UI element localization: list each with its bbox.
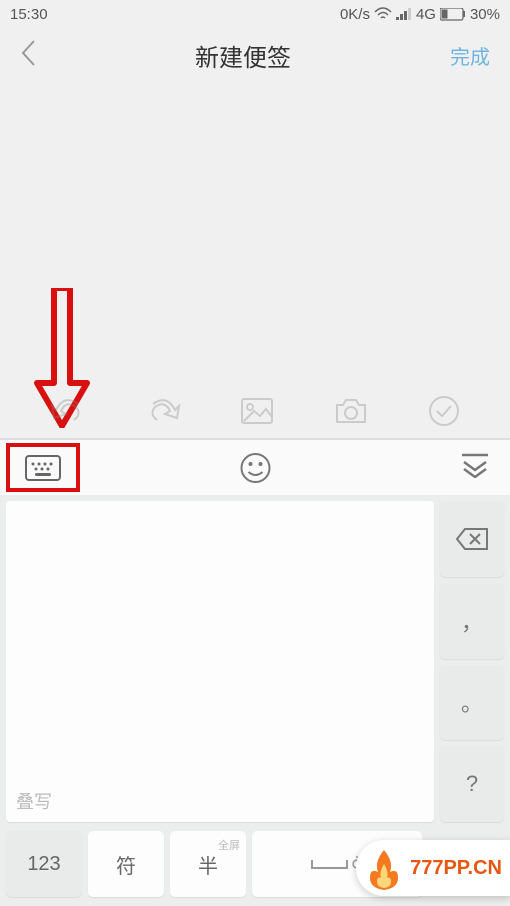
handwriting-area: 叠写 ， 。 ? — [0, 495, 510, 828]
numeric-key[interactable]: 123 — [6, 831, 82, 897]
highlight-box — [6, 443, 80, 492]
emoji-icon — [239, 452, 271, 484]
watermark: 777PP.CN — [356, 840, 510, 896]
redo-icon[interactable] — [145, 396, 181, 426]
emoji-button[interactable] — [213, 440, 298, 496]
camera-icon[interactable] — [333, 397, 369, 425]
wifi-icon — [374, 7, 392, 21]
status-right: 0K/s 4G 30% — [340, 6, 500, 23]
half-key-sublabel: 全屏 — [218, 837, 240, 853]
keyboard-toolbar — [0, 439, 510, 495]
note-content[interactable] — [0, 83, 510, 383]
half-key[interactable]: 半 全屏 — [170, 831, 246, 897]
signal-icon — [396, 8, 412, 20]
half-key-label: 半 — [198, 850, 218, 879]
ime-side-keys: ， 。 ? — [434, 495, 510, 828]
undo-icon[interactable] — [50, 396, 86, 426]
done-button[interactable]: 完成 — [450, 41, 490, 70]
symbol-key[interactable]: 符 — [88, 831, 164, 897]
status-time: 15:30 — [10, 6, 48, 23]
watermark-text: 777PP.CN — [410, 857, 502, 880]
collapse-keyboard-button[interactable] — [460, 452, 490, 483]
period-key[interactable]: 。 — [440, 665, 504, 741]
backspace-key[interactable] — [440, 501, 504, 577]
backspace-icon — [455, 527, 489, 551]
status-bar: 15:30 0K/s 4G 30% — [0, 0, 510, 28]
status-speed: 0K/s — [340, 6, 370, 23]
nav-bar: 新建便签 完成 — [0, 28, 510, 83]
page-title: 新建便签 — [195, 38, 291, 73]
question-key[interactable]: ? — [440, 746, 504, 822]
flame-icon — [360, 844, 408, 892]
collapse-icon — [460, 452, 490, 478]
status-network: 4G — [416, 6, 436, 23]
comma-key[interactable]: ， — [440, 583, 504, 659]
handwriting-hint: 叠写 — [16, 788, 52, 814]
back-button[interactable] — [20, 39, 36, 72]
image-icon[interactable] — [240, 397, 274, 425]
handwriting-canvas[interactable]: 叠写 — [6, 501, 434, 822]
checklist-icon[interactable] — [428, 395, 460, 427]
battery-icon — [440, 8, 466, 21]
status-battery: 30% — [470, 6, 500, 23]
